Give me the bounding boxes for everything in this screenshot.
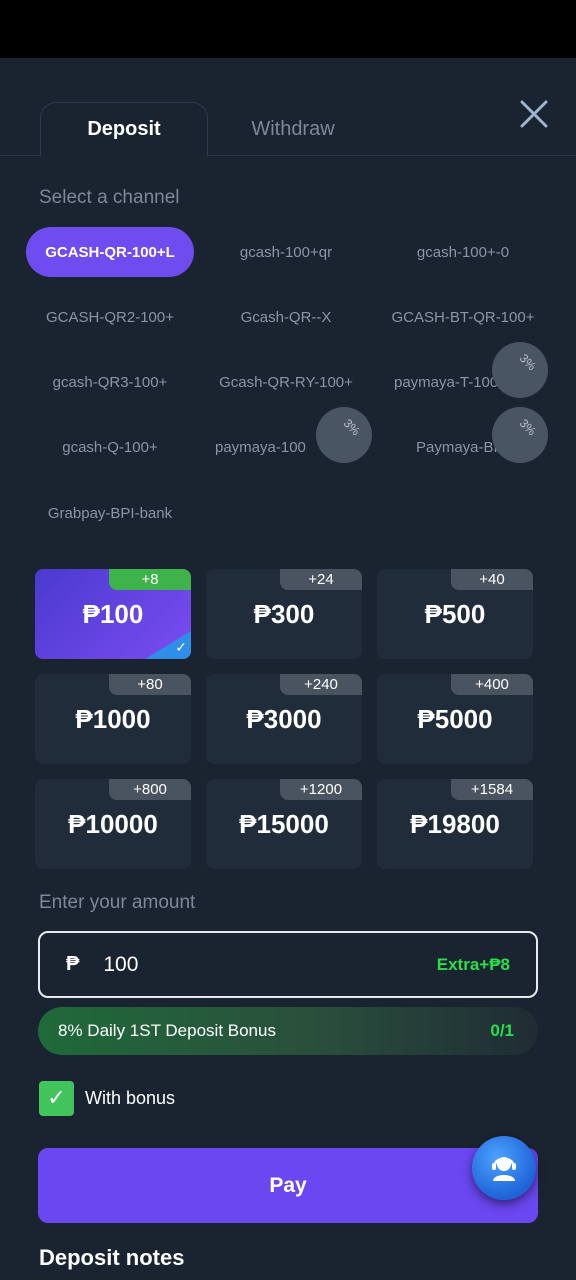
amount-value: ₱5000 (417, 704, 493, 734)
bonus-badge: +40 (451, 569, 533, 590)
extra-bonus-text: Extra+₱8 (436, 954, 510, 974)
amount-value: ₱300 (253, 599, 315, 629)
amount-value: ₱1000 (75, 704, 151, 734)
amount-option[interactable]: +24 ₱300 (206, 569, 362, 659)
amount-option[interactable]: +80 ₱1000 (35, 674, 191, 764)
bonus-text: 8% Daily 1ST Deposit Bonus (58, 1021, 276, 1040)
channel-option[interactable]: gcash-100+-0 (380, 227, 546, 277)
bonus-badge: +1584 (451, 779, 533, 800)
bonus-badge: +240 (280, 674, 362, 695)
check-icon: ✓ (175, 639, 187, 655)
tab-bar: Deposit Withdraw (0, 102, 576, 157)
amount-value: ₱3000 (246, 704, 322, 734)
amount-value: ₱10000 (68, 809, 158, 839)
checkbox-checked-icon[interactable]: ✓ (39, 1080, 74, 1116)
channel-option[interactable]: GCASH-BT-QR-100+ (378, 292, 548, 342)
amount-value: ₱19800 (410, 809, 500, 839)
deposit-notes-title: Deposit notes (39, 1245, 185, 1270)
with-bonus-toggle[interactable]: ✓ With bonus (39, 1080, 175, 1116)
amount-value: ₱15000 (239, 809, 329, 839)
amount-option[interactable]: +240 ₱3000 (206, 674, 362, 764)
currency-symbol: ₱ (66, 953, 80, 975)
amount-label: Enter your amount (39, 892, 196, 913)
bonus-badge: +8 (109, 569, 191, 590)
status-bar (0, 0, 576, 58)
amount-input[interactable] (103, 952, 354, 977)
channel-option[interactable]: GCASH-QR-100+L (26, 227, 194, 277)
bonus-progress-bar: 8% Daily 1ST Deposit Bonus 0/1 (38, 1007, 538, 1055)
with-bonus-label: With bonus (85, 1087, 176, 1108)
bonus-badge: +800 (109, 779, 191, 800)
amount-option[interactable]: +1200 ₱15000 (206, 779, 362, 869)
channel-label: Select a channel (39, 187, 180, 208)
bonus-badge: +1200 (280, 779, 362, 800)
channel-option[interactable]: gcash-QR3-100+ (26, 357, 194, 407)
amount-option[interactable]: +40 ₱500 (377, 569, 533, 659)
bonus-count: 0/1 (490, 1021, 514, 1040)
channel-option[interactable]: Gcash-QR-RY-100+ (204, 357, 368, 407)
bonus-badge: +80 (109, 674, 191, 695)
amount-value: ₱100 (82, 599, 144, 629)
channel-option[interactable]: Gcash-QR--X (206, 292, 366, 342)
amount-value: ₱500 (424, 599, 486, 629)
channel-option[interactable]: gcash-Q-100+ (26, 422, 194, 472)
bonus-badge: +400 (451, 674, 533, 695)
amount-option[interactable]: +400 ₱5000 (377, 674, 533, 764)
channel-option[interactable]: Grabpay-BPI-bank (26, 488, 194, 538)
tab-withdraw[interactable]: Withdraw (210, 102, 376, 157)
channel-option[interactable]: gcash-100+qr (206, 227, 366, 277)
customer-support-icon[interactable] (472, 1136, 536, 1200)
bonus-badge: +24 (280, 569, 362, 590)
pay-button[interactable]: Pay (38, 1148, 538, 1223)
amount-option[interactable]: +1584 ₱19800 (377, 779, 533, 869)
amount-option[interactable]: +800 ₱10000 (35, 779, 191, 869)
amount-option[interactable]: +8 ₱100 ✓ (35, 569, 191, 659)
close-icon[interactable] (516, 96, 552, 132)
channel-option[interactable]: GCASH-QR2-100+ (26, 292, 194, 342)
tab-deposit[interactable]: Deposit (40, 102, 208, 157)
amount-field: ₱ Extra+₱8 (38, 931, 538, 998)
